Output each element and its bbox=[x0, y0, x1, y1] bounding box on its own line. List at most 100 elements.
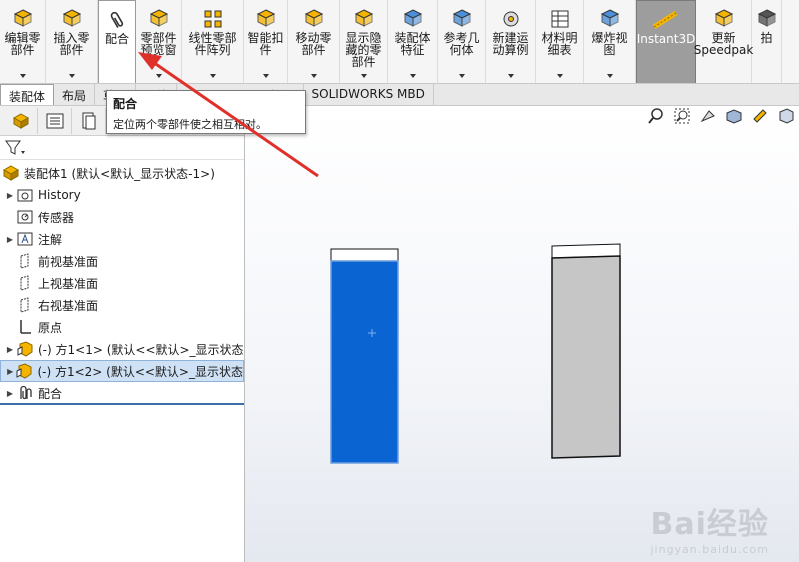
toolbar-button-label: 新建运 动算例 bbox=[492, 31, 529, 57]
chevron-down-icon[interactable] bbox=[155, 74, 162, 78]
tree-item-origin[interactable]: 原点 bbox=[0, 316, 244, 338]
tree-item-label: 配合 bbox=[38, 386, 63, 401]
feature-manager-tab[interactable] bbox=[4, 107, 38, 134]
toolbar-button-label: 线性零部 件阵列 bbox=[188, 31, 237, 57]
tree-item-plane[interactable]: 右视基准面 bbox=[0, 294, 244, 316]
toolbar-button-motion-study[interactable]: 新建运 动算例 bbox=[486, 0, 536, 83]
toolbar-button-speedpak[interactable]: 更新 Speedpak bbox=[694, 0, 753, 83]
toolbar-button-label: 插入零 部件 bbox=[53, 31, 90, 57]
reference-geometry-icon bbox=[451, 8, 473, 30]
chevron-down-icon[interactable] bbox=[68, 74, 75, 78]
motion-study-icon bbox=[500, 8, 522, 30]
bom-table-icon bbox=[549, 8, 571, 30]
watermark-url: jingyan.baidu.com bbox=[650, 543, 769, 556]
part-icon bbox=[16, 341, 34, 357]
tree-item-plane[interactable]: 上视基准面 bbox=[0, 272, 244, 294]
toolbar-button-label: 装配体 特征 bbox=[394, 31, 431, 57]
tree-item-mates-folder[interactable]: ▶ 配合 bbox=[0, 382, 244, 404]
tree-item-label: 传感器 bbox=[38, 210, 75, 225]
toolbar-button-label: 编辑零 部件 bbox=[4, 31, 41, 57]
configuration-icon bbox=[82, 112, 95, 129]
chevron-down-icon[interactable] bbox=[310, 74, 317, 78]
part-fang1-1[interactable] bbox=[330, 248, 399, 464]
toolbar-button-label: 参考几 何体 bbox=[443, 31, 480, 57]
toolbar-button-component-preview[interactable]: 零部件 预览窗 bbox=[136, 0, 182, 83]
tree-item-label: (-) 方1<2> (默认<<默认>_显示状态 bbox=[37, 364, 243, 379]
tree-item-label: 上视基准面 bbox=[38, 276, 99, 291]
tree-item-label: (-) 方1<1> (默认<<默认>_显示状态 bbox=[38, 342, 244, 357]
plane-icon bbox=[16, 297, 34, 313]
baidu-watermark: Bai经验 jingyan.baidu.com bbox=[650, 499, 769, 556]
linear-pattern-icon bbox=[202, 8, 224, 30]
tree-item-label: 注解 bbox=[38, 232, 63, 247]
expand-arrow-icon[interactable]: ▶ bbox=[4, 191, 16, 200]
toolbar-button-label: 配合 bbox=[104, 32, 129, 46]
tree-item-label: 原点 bbox=[38, 320, 63, 335]
model-scene bbox=[330, 243, 621, 464]
assembly-icon bbox=[2, 165, 20, 181]
toolbar-button-label: 爆炸视 图 bbox=[591, 31, 628, 57]
feature-manager-panel: 装配体1 (默认<默认_显示状态-1>) ▶ History 传感器 ▶ 注解前视基准面… bbox=[0, 106, 245, 562]
toolbar-button-exploded-view[interactable]: 爆炸视 图 bbox=[584, 0, 636, 83]
feature-tree: 装配体1 (默认<默认_显示状态-1>) ▶ History 传感器 ▶ 注解前视基准面… bbox=[0, 160, 244, 404]
graphics-viewport[interactable]: Bai经验 jingyan.baidu.com bbox=[245, 106, 799, 562]
mate-tooltip: 配合 定位两个零部件使之相互相对。 bbox=[106, 90, 306, 134]
expand-arrow-icon[interactable]: ▶ bbox=[5, 367, 15, 376]
tab-assembly[interactable]: 装配体 bbox=[0, 84, 55, 105]
expand-arrow-icon[interactable]: ▶ bbox=[4, 345, 16, 354]
toolbar-button-label: Instant3D bbox=[636, 32, 696, 46]
toolbar-button-insert-component[interactable]: 插入零 部件 bbox=[46, 0, 98, 83]
toolbar-button-linear-pattern[interactable]: 线性零部 件阵列 bbox=[182, 0, 244, 83]
expand-arrow-icon[interactable]: ▶ bbox=[4, 389, 16, 398]
tree-root-assembly[interactable]: 装配体1 (默认<默认_显示状态-1>) bbox=[0, 162, 244, 184]
toolbar-button-smart-fastener[interactable]: 智能扣 件 bbox=[244, 0, 288, 83]
part-fang1-2[interactable] bbox=[551, 243, 621, 459]
toolbar-button-label: 智能扣 件 bbox=[247, 31, 284, 57]
chevron-down-icon[interactable] bbox=[556, 74, 563, 78]
tab-solidworks-mbd[interactable]: SOLIDWORKS MBD bbox=[304, 84, 434, 105]
tree-item-part[interactable]: ▶ (-) 方1<1> (默认<<默认>_显示状态 bbox=[0, 338, 244, 360]
edit-component-icon bbox=[12, 8, 34, 30]
tab-layout[interactable]: 布局 bbox=[54, 84, 96, 105]
toolbar-button-label: 显示隐 藏的零 部件 bbox=[345, 31, 382, 69]
toolbar-button-instant3d[interactable]: Instant3D bbox=[636, 0, 696, 83]
tooltip-title: 配合 bbox=[113, 97, 138, 111]
configuration-manager-tab[interactable] bbox=[72, 107, 106, 134]
toolbar-button-assembly-feature[interactable]: 装配体 特征 bbox=[388, 0, 438, 83]
tree-item-sensor[interactable]: 传感器 bbox=[0, 206, 244, 228]
property-manager-tab[interactable] bbox=[38, 107, 72, 134]
toolbar-button-reference-geometry[interactable]: 参考几 何体 bbox=[438, 0, 486, 83]
move-component-icon bbox=[303, 8, 325, 30]
chevron-down-icon[interactable] bbox=[360, 74, 367, 78]
toolbar-button-label: 移动零 部件 bbox=[295, 31, 332, 57]
toolbar-button-bom-table[interactable]: 材料明 细表 bbox=[536, 0, 584, 83]
expand-arrow-icon[interactable]: ▶ bbox=[4, 235, 16, 244]
toolbar-button-snapshot[interactable]: 拍 bbox=[752, 0, 782, 83]
toolbar-button-edit-component[interactable]: 编辑零 部件 bbox=[0, 0, 46, 83]
chevron-down-icon[interactable] bbox=[507, 74, 514, 78]
component-preview-icon bbox=[148, 8, 170, 30]
tree-item-part[interactable]: ▶ (-) 方1<2> (默认<<默认>_显示状态 bbox=[0, 360, 244, 382]
chevron-down-icon[interactable] bbox=[458, 74, 465, 78]
tree-item-label: History bbox=[38, 188, 81, 202]
exploded-view-icon bbox=[599, 8, 621, 30]
chevron-down-icon[interactable] bbox=[19, 74, 26, 78]
chevron-down-icon[interactable] bbox=[606, 74, 613, 78]
history-icon bbox=[16, 187, 34, 203]
tree-item-plane[interactable]: 前视基准面 bbox=[0, 250, 244, 272]
origin-icon bbox=[16, 319, 34, 335]
toolbar-button-show-hidden[interactable]: 显示隐 藏的零 部件 bbox=[340, 0, 388, 83]
command-manager-toolbar: 编辑零 部件 插入零 部件 配合 零部件 预览窗 线性零部 件阵列 智能扣 件移动零 部件… bbox=[0, 0, 799, 84]
tree-item-history[interactable]: ▶ History bbox=[0, 184, 244, 206]
instant3d-icon bbox=[652, 9, 680, 31]
chevron-down-icon[interactable] bbox=[209, 74, 216, 78]
smart-fastener-icon bbox=[255, 8, 277, 30]
tree-item-label: 前视基准面 bbox=[38, 254, 99, 269]
toolbar-button-mate-paperclip[interactable]: 配合 bbox=[98, 0, 136, 83]
tree-item-annotation[interactable]: ▶ 注解 bbox=[0, 228, 244, 250]
filter-icon[interactable] bbox=[4, 139, 26, 157]
chevron-down-icon[interactable] bbox=[262, 74, 269, 78]
chevron-down-icon[interactable] bbox=[409, 74, 416, 78]
toolbar-button-move-component[interactable]: 移动零 部件 bbox=[288, 0, 340, 83]
part1-front-face bbox=[330, 260, 399, 464]
